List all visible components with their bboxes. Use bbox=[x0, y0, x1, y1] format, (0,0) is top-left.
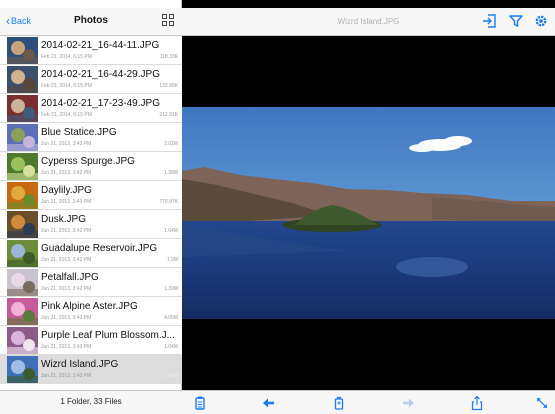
file-date: Feb 21, 2014, 6:15 PM bbox=[41, 83, 92, 89]
file-name: Guadalupe Reservoir.JPG bbox=[41, 243, 158, 254]
file-size: 133.89K bbox=[159, 83, 178, 89]
file-row[interactable]: Purple Leaf Plum Blossom.J... Jun 21, 201… bbox=[0, 326, 182, 355]
file-name: Wizrd Island.JPG bbox=[41, 359, 119, 370]
file-size: 1.38M bbox=[164, 170, 178, 176]
file-thumbnail bbox=[7, 66, 38, 93]
file-name: 2014-02-21_17-23-49.JPG bbox=[41, 98, 160, 109]
file-name: Daylily.JPG bbox=[41, 185, 92, 196]
file-name: Blue Statice.JPG bbox=[41, 127, 117, 138]
file-date: Jun 21, 2013, 3:42 PM bbox=[41, 257, 92, 263]
sidebar-title: Photos bbox=[74, 15, 108, 26]
file-size: 212.91K bbox=[159, 112, 178, 118]
file-name: Pink Alpine Aster.JPG bbox=[41, 301, 138, 312]
filter-icon[interactable] bbox=[508, 13, 524, 29]
file-date: Jun 21, 2013, 3:43 PM bbox=[41, 315, 92, 321]
viewer-header: Wizrd Island.JPG bbox=[182, 8, 555, 36]
file-name: Purple Leaf Plum Blossom.J... bbox=[41, 330, 175, 341]
file-size: 118.33K bbox=[159, 54, 178, 60]
file-name: Dusk.JPG bbox=[41, 214, 87, 225]
copy-icon[interactable] bbox=[331, 395, 347, 411]
file-date: Jun 21, 2013, 3:43 PM bbox=[41, 373, 92, 379]
file-size: 2.02M bbox=[164, 141, 178, 147]
viewer-title: Wizrd Island.JPG bbox=[337, 17, 400, 26]
file-thumbnail bbox=[7, 356, 38, 383]
file-thumbnail bbox=[7, 153, 38, 180]
file-row[interactable]: Dusk.JPG Jun 21, 2013, 3:42 PM 1.64M bbox=[0, 210, 182, 239]
file-size: 1.64M bbox=[164, 228, 178, 234]
file-thumbnail bbox=[7, 182, 38, 209]
file-date: Jun 21, 2013, 3:43 PM bbox=[41, 199, 92, 205]
file-thumbnail bbox=[7, 124, 38, 151]
file-thumbnail bbox=[7, 298, 38, 325]
file-row[interactable]: Daylily.JPG Jun 21, 2013, 3:43 PM 776.97K bbox=[0, 181, 182, 210]
viewer-toolbar bbox=[182, 390, 555, 414]
open-in-icon[interactable] bbox=[482, 13, 498, 29]
file-name: Petalfall.JPG bbox=[41, 272, 99, 283]
file-size: 1.9M bbox=[166, 257, 178, 263]
file-thumbnail bbox=[7, 240, 38, 267]
file-thumbnail bbox=[7, 327, 38, 354]
file-row[interactable]: 2014-02-21_17-23-49.JPG Feb 21, 2014, 6:1… bbox=[0, 94, 182, 123]
file-row[interactable]: Wizrd Island.JPG Jun 21, 2013, 3:43 PM 1.4… bbox=[0, 355, 182, 384]
file-row[interactable]: Guadalupe Reservoir.JPG Jun 21, 2013, 3:4… bbox=[0, 239, 182, 268]
main-photo bbox=[182, 107, 555, 319]
file-row[interactable]: Blue Statice.JPG Jun 21, 2013, 3:43 PM 2.0… bbox=[0, 123, 182, 152]
file-list: 2014-02-21_16-44-11.JPG Feb 21, 2014, 6:1… bbox=[0, 36, 182, 384]
file-size: 1.39M bbox=[164, 286, 178, 292]
sidebar-header: ‹Back Photos bbox=[0, 8, 182, 36]
file-size: 1.04M bbox=[164, 344, 178, 350]
image-viewer: Wizrd Island.JPG bbox=[182, 0, 555, 414]
expand-icon[interactable] bbox=[534, 395, 550, 411]
grid-view-icon[interactable] bbox=[162, 14, 174, 26]
file-thumbnail bbox=[7, 211, 38, 238]
file-date: Jun 21, 2013, 3:42 PM bbox=[41, 286, 92, 292]
file-date: Jun 21, 2013, 3:43 PM bbox=[41, 344, 92, 350]
file-name: 2014-02-21_16-44-11.JPG bbox=[41, 40, 160, 51]
file-thumbnail bbox=[7, 37, 38, 64]
file-date: Feb 21, 2014, 6:15 PM bbox=[41, 112, 92, 118]
clipboard-icon[interactable] bbox=[192, 395, 208, 411]
gear-icon[interactable] bbox=[533, 13, 549, 29]
sidebar-footer-status: 1 Folder, 33 Files bbox=[0, 390, 182, 414]
arrow-left-icon[interactable] bbox=[261, 395, 277, 411]
file-size: 4.05M bbox=[164, 315, 178, 321]
file-row[interactable]: Petalfall.JPG Jun 21, 2013, 3:42 PM 1.39M bbox=[0, 268, 182, 297]
file-size: 776.97K bbox=[159, 199, 178, 205]
file-name: Cyperss Spurge.JPG bbox=[41, 156, 135, 167]
file-browser-sidebar: ‹Back Photos 2014-02-21_16-44-11.JPG Feb … bbox=[0, 0, 182, 414]
arrow-right-icon[interactable] bbox=[400, 395, 416, 411]
app-window: ‹Back Photos 2014-02-21_16-44-11.JPG Feb … bbox=[0, 0, 555, 414]
file-date: Feb 21, 2014, 6:15 PM bbox=[41, 54, 92, 60]
file-date: Jun 21, 2013, 3:43 PM bbox=[41, 141, 92, 147]
file-thumbnail bbox=[7, 269, 38, 296]
file-row[interactable]: 2014-02-21_16-44-11.JPG Feb 21, 2014, 6:1… bbox=[0, 36, 182, 65]
file-date: Jun 21, 2013, 3:42 PM bbox=[41, 170, 92, 176]
file-size: 1.41M bbox=[164, 373, 178, 379]
file-row[interactable]: Cyperss Spurge.JPG Jun 21, 2013, 3:42 PM 1… bbox=[0, 152, 182, 181]
file-thumbnail bbox=[7, 95, 38, 122]
file-row[interactable]: 2014-02-21_16-44-29.JPG Feb 21, 2014, 6:1… bbox=[0, 65, 182, 94]
file-row[interactable]: Pink Alpine Aster.JPG Jun 21, 2013, 3:43 … bbox=[0, 297, 182, 326]
share-icon[interactable] bbox=[469, 395, 485, 411]
file-name: 2014-02-21_16-44-29.JPG bbox=[41, 69, 160, 80]
file-date: Jun 21, 2013, 3:42 PM bbox=[41, 228, 92, 234]
